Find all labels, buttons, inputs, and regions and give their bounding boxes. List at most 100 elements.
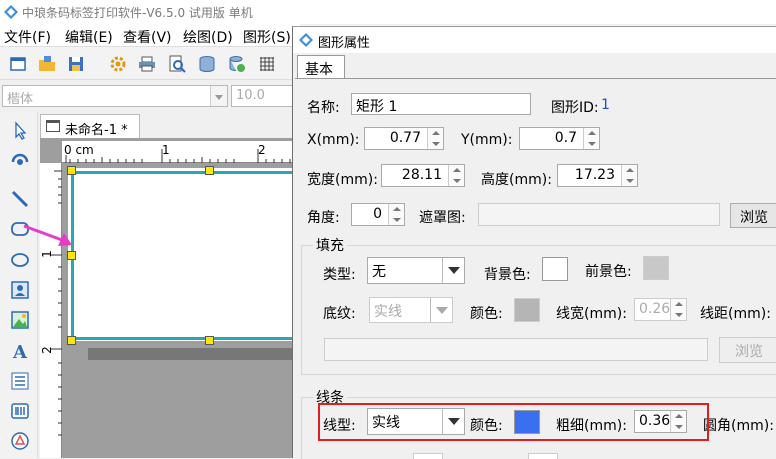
fill-type-value: 无 bbox=[372, 264, 386, 280]
y-label: Y(mm): bbox=[461, 132, 513, 148]
resize-handle-bottom-middle[interactable] bbox=[205, 336, 214, 345]
height-value: 17.23 bbox=[574, 167, 615, 183]
tab-basic[interactable]: 基本 bbox=[297, 55, 345, 79]
save-icon[interactable] bbox=[67, 55, 85, 73]
rotate-tool-icon[interactable] bbox=[9, 148, 31, 170]
print-preview-icon[interactable] bbox=[168, 55, 186, 73]
menu-draw[interactable]: 绘图(D) bbox=[183, 27, 233, 47]
name-field[interactable]: 矩形 1 bbox=[351, 93, 531, 115]
document-tab[interactable]: 未命名-1 * bbox=[40, 114, 140, 138]
x-input[interactable]: 0.77 bbox=[364, 127, 444, 150]
dialog-title: 图形属性 bbox=[318, 36, 371, 51]
vruler-label-2: 2 bbox=[39, 346, 54, 354]
angle-input[interactable]: 0 bbox=[351, 203, 405, 226]
ruler-label-2: 2 bbox=[258, 143, 266, 157]
ellipse-tool-icon[interactable] bbox=[9, 249, 31, 271]
image-tool-icon[interactable] bbox=[9, 279, 31, 301]
rich-text-tool-icon[interactable] bbox=[9, 370, 31, 392]
width-input[interactable]: 28.11 bbox=[381, 164, 465, 187]
clipped-select bbox=[528, 453, 558, 459]
qrcode-tool-icon[interactable] bbox=[9, 430, 31, 452]
fill-line-width-spinner bbox=[670, 299, 686, 320]
resize-handle-bottom-left[interactable] bbox=[67, 336, 76, 345]
annotation-arrow-icon bbox=[23, 224, 72, 246]
grid-icon[interactable] bbox=[258, 55, 276, 73]
font-size-select[interactable]: 10.0 bbox=[231, 85, 300, 107]
chevron-down-icon[interactable] bbox=[442, 258, 464, 283]
settings-gear-icon[interactable] bbox=[109, 55, 127, 73]
selected-rectangle-shape[interactable] bbox=[71, 171, 300, 340]
height-input[interactable]: 17.23 bbox=[557, 164, 638, 187]
y-spinner[interactable] bbox=[583, 128, 599, 149]
fill-type-select[interactable]: 无 bbox=[367, 257, 465, 284]
dialog-title-bar[interactable]: 图形属性 bbox=[293, 27, 776, 53]
line-tool-icon[interactable] bbox=[9, 188, 31, 210]
ruler-label-0: 0 cm bbox=[64, 143, 94, 157]
width-spinner[interactable] bbox=[448, 165, 464, 186]
document-tab-label: 未命名-1 * bbox=[65, 123, 128, 138]
width-label: 宽度(mm): bbox=[307, 172, 378, 188]
app-logo-icon bbox=[299, 33, 313, 47]
mask-browse-button[interactable]: 浏览 bbox=[730, 203, 776, 228]
menu-view[interactable]: 查看(V) bbox=[123, 27, 172, 47]
clipped-select bbox=[413, 453, 443, 459]
menu-file[interactable]: 文件(F) bbox=[4, 27, 51, 47]
menu-shape[interactable]: 图形(S) bbox=[243, 27, 291, 47]
chevron-down-icon[interactable] bbox=[210, 86, 227, 106]
width-value: 28.11 bbox=[401, 167, 442, 183]
vertical-ruler: 1 2 bbox=[40, 163, 62, 458]
fill-browse-button: 浏览 bbox=[719, 337, 776, 363]
fill-image-path-field bbox=[324, 338, 708, 361]
texture-label: 底纹: bbox=[323, 306, 356, 322]
corner-radius-label: 圆角(mm): bbox=[703, 418, 774, 434]
open-folder-icon[interactable] bbox=[38, 55, 56, 73]
fill-line-width-input: 0.26 bbox=[634, 298, 687, 321]
y-input[interactable]: 0.7 bbox=[519, 127, 600, 150]
font-size-value: 10.0 bbox=[236, 88, 265, 103]
angle-spinner[interactable] bbox=[388, 204, 404, 225]
canvas-shadow bbox=[88, 348, 300, 360]
menu-edit[interactable]: 编辑(E) bbox=[65, 27, 113, 47]
barcode-tool-icon[interactable] bbox=[9, 400, 31, 422]
menu-bar: 文件(F) 编辑(E) 查看(V) 绘图(D) 图形(S) bbox=[0, 24, 300, 46]
new-document-icon[interactable] bbox=[9, 55, 27, 73]
picture-tool-icon[interactable] bbox=[9, 309, 31, 331]
background-color-swatch[interactable] bbox=[542, 257, 568, 281]
x-label: X(mm): bbox=[307, 132, 360, 148]
resize-handle-top-left[interactable] bbox=[67, 166, 76, 175]
font-toolbar: 楷体 10.0 bbox=[0, 82, 300, 110]
mask-label: 遮罩图: bbox=[419, 210, 466, 226]
background-color-label: 背景色: bbox=[484, 267, 531, 283]
angle-value: 0 bbox=[373, 206, 382, 222]
fill-line-width-label: 线宽(mm): bbox=[556, 306, 627, 322]
horizontal-ruler: 0 cm 1 2 bbox=[62, 141, 300, 163]
height-spinner[interactable] bbox=[621, 165, 637, 186]
mask-path-field bbox=[478, 203, 720, 226]
chevron-down-icon bbox=[430, 298, 452, 322]
drawing-tools-panel: A bbox=[0, 112, 38, 458]
shape-id-value: 1 bbox=[601, 97, 610, 113]
fill-color-swatch bbox=[514, 298, 540, 322]
print-icon[interactable] bbox=[138, 55, 156, 73]
vruler-label-1: 1 bbox=[39, 250, 54, 258]
text-tool-icon[interactable]: A bbox=[9, 340, 31, 362]
resize-handle-top-middle[interactable] bbox=[205, 166, 214, 175]
foreground-color-swatch[interactable] bbox=[643, 256, 669, 280]
svg-text:A: A bbox=[12, 342, 28, 362]
database-settings-icon[interactable] bbox=[228, 55, 246, 73]
fill-group-label: 填充 bbox=[313, 235, 347, 255]
main-toolbar bbox=[0, 46, 300, 80]
fill-line-width-value: 0.26 bbox=[639, 301, 671, 317]
database-icon[interactable] bbox=[198, 55, 216, 73]
select-pointer-icon[interactable] bbox=[9, 120, 31, 142]
ruler-label-1: 1 bbox=[162, 143, 170, 157]
y-value: 0.7 bbox=[554, 130, 577, 146]
app-title-bar: 中琅条码标签打印软件-V6.5.0 试用版 单机 bbox=[0, 0, 776, 24]
font-family-select[interactable]: 楷体 bbox=[2, 85, 228, 107]
foreground-color-label: 前景色: bbox=[585, 264, 632, 280]
document-window-icon bbox=[46, 120, 60, 132]
app-logo-icon bbox=[4, 5, 18, 19]
x-spinner[interactable] bbox=[427, 128, 443, 149]
texture-select: 实线 bbox=[369, 297, 453, 323]
resize-handle-middle-left[interactable] bbox=[67, 251, 76, 260]
